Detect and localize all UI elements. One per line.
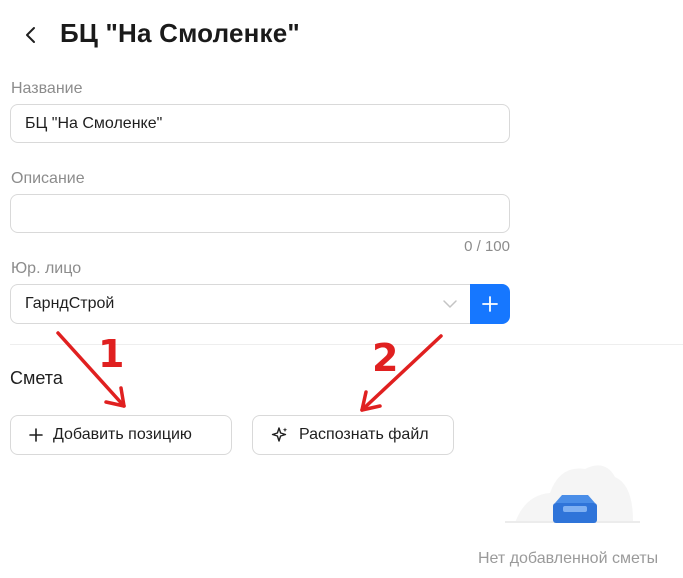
add-position-label: Добавить позицию (53, 426, 192, 443)
empty-inbox-icon (505, 465, 640, 523)
legal-entity-select[interactable]: ГарндСтрой (10, 284, 472, 324)
add-position-button[interactable]: Добавить позицию (10, 415, 232, 455)
estimate-page: БЦ "На Смоленке" Название БЦ "На Смоленк… (0, 0, 683, 578)
legal-entity-value: ГарндСтрой (25, 295, 115, 312)
estimate-section-title: Смета (10, 368, 63, 388)
recognize-file-label: Распознать файл (299, 426, 429, 443)
sparkle-icon (271, 427, 288, 442)
chevron-down-icon (443, 300, 457, 308)
description-field[interactable] (10, 194, 510, 233)
annotation-marker-1: 1 (98, 332, 125, 376)
description-counter: 0 / 100 (464, 238, 510, 255)
name-field-value: БЦ "На Смоленке" (25, 114, 163, 132)
plus-icon (29, 428, 43, 442)
back-button[interactable] (18, 22, 44, 48)
legal-entity-label: Юр. лицо (11, 260, 82, 277)
description-label: Описание (11, 170, 85, 187)
name-label: Название (11, 80, 83, 97)
annotation-marker-2: 2 (372, 336, 399, 380)
add-legal-entity-button[interactable] (470, 284, 510, 324)
chevron-left-icon (26, 27, 35, 43)
page-title: БЦ "На Смоленке" (60, 18, 300, 48)
name-field[interactable]: БЦ "На Смоленке" (10, 104, 510, 143)
empty-estimate-text: Нет добавленной сметы (478, 550, 659, 567)
recognize-file-button[interactable]: Распознать файл (252, 415, 454, 455)
plus-icon (482, 296, 498, 312)
